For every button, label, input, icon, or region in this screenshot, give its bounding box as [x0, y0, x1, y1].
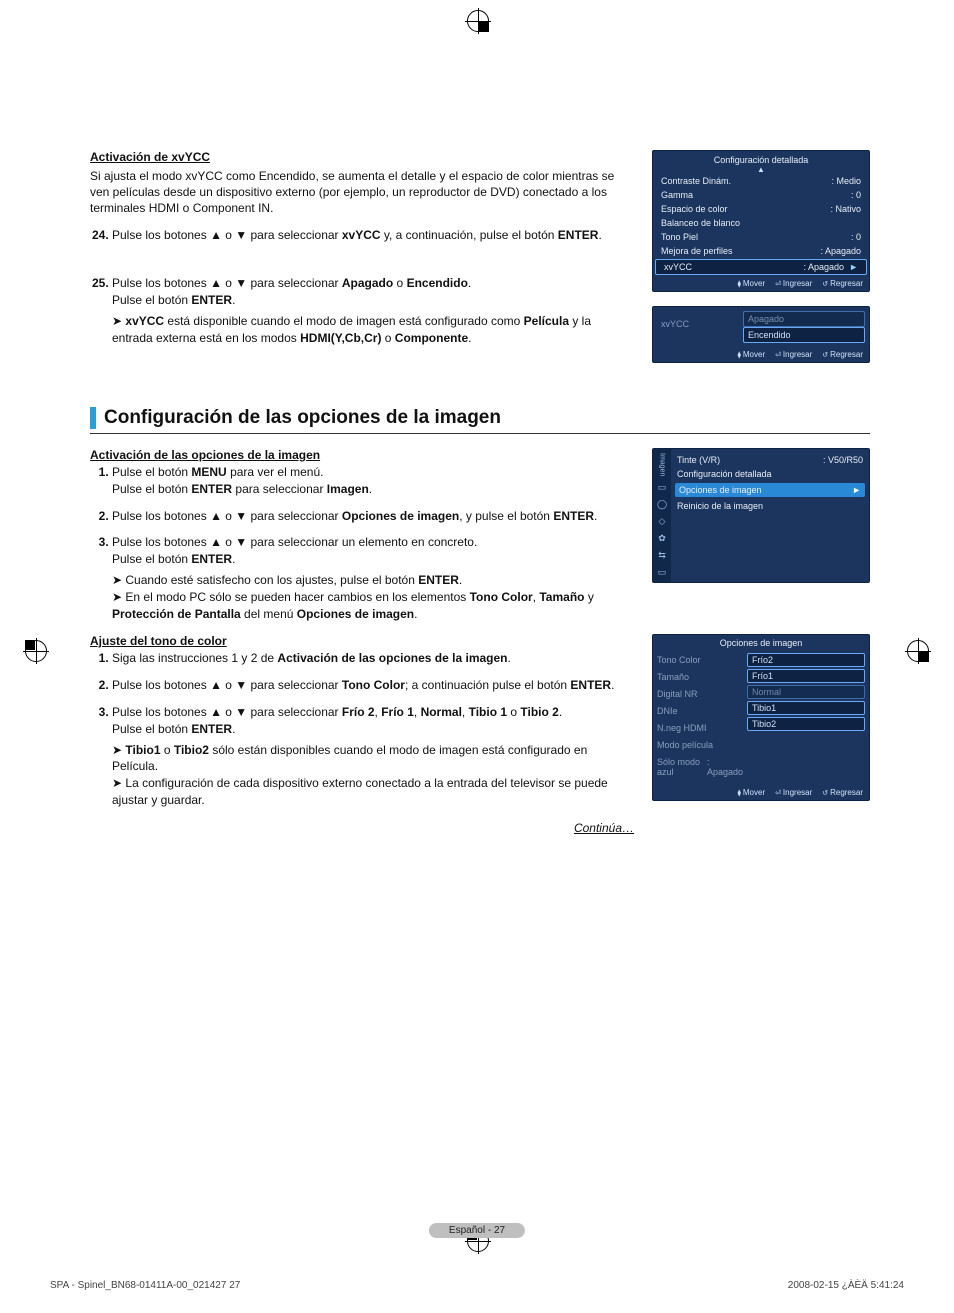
- section-title: Configuración de las opciones de la imag…: [90, 407, 870, 434]
- setup-icon[interactable]: ✿: [658, 533, 666, 544]
- osd-footer: Mover Ingresar Regresar: [653, 785, 869, 800]
- chevron-up-icon: ▲: [653, 165, 869, 174]
- play-icon: ►: [849, 262, 858, 272]
- app-icon[interactable]: ▭: [658, 567, 667, 578]
- crop-mark-icon: [907, 640, 929, 662]
- sound-icon[interactable]: ◯: [657, 499, 667, 510]
- input-icon[interactable]: ⇆: [658, 550, 666, 561]
- step-2: Pulse los botones ▲ o ▼ para seleccionar…: [112, 508, 634, 525]
- option-normal[interactable]: Normal: [747, 685, 865, 699]
- osd-label: Modo película: [657, 738, 743, 752]
- osd-footer: Mover Ingresar Regresar: [653, 347, 869, 362]
- step-1: Pulse el botón MENU para ver el menú. Pu…: [112, 464, 634, 498]
- color-step-3-note: La configuración de cada dispositivo ext…: [112, 775, 634, 809]
- accent-bar: [90, 407, 96, 429]
- osd-row[interactable]: Mejora de perfiles: Apagado: [653, 244, 869, 258]
- page-content: Activación de xvYCC Si ajusta el modo xv…: [90, 150, 870, 835]
- section-heading: Configuración de las opciones de la imag…: [104, 407, 501, 429]
- heading-xvycc: Activación de xvYCC: [90, 150, 634, 164]
- osd-title: Opciones de imagen: [653, 635, 869, 651]
- page-number-pill: Español - 27: [429, 1223, 525, 1238]
- step-25-note: xvYCC está disponible cuando el modo de …: [112, 313, 634, 347]
- osd-xvycc-options: xvYCC Apagado Encendido Mover Ingresar R…: [652, 306, 870, 363]
- continua-label: Continúa…: [90, 821, 634, 835]
- osd-opciones-imagen: Opciones de imagen Tono Color Tamaño Dig…: [652, 634, 870, 801]
- osd-footer: Mover Ingresar Regresar: [653, 276, 869, 291]
- step-3-note: Cuando esté satisfecho con los ajustes, …: [112, 572, 634, 589]
- osd-row[interactable]: Reinicio de la imagen: [677, 499, 863, 513]
- osd-row[interactable]: Espacio de color: Nativo: [653, 202, 869, 216]
- osd-row[interactable]: Configuración detallada: [677, 467, 863, 481]
- osd-row[interactable]: Gamma: 0: [653, 188, 869, 202]
- osd-row[interactable]: Tono Piel: 0: [653, 230, 869, 244]
- osd-row-selected-xvycc[interactable]: xvYCC: Apagado ►: [655, 259, 867, 275]
- sidebar-label: Imagen: [659, 453, 666, 476]
- play-icon: ►: [852, 485, 861, 495]
- osd-menu-imagen: Imagen ▭ ◯ ◇ ✿ ⇆ ▭ Tinte (V/R): V50/R50 …: [652, 448, 870, 583]
- osd-config-detallada: Configuración detallada ▲ Contraste Diná…: [652, 150, 870, 292]
- step-25: Pulse los botones ▲ o ▼ para seleccionar…: [112, 275, 634, 346]
- doc-time-footer: 2008-02-15 ¿ÀÈÄ 5:41:24: [788, 1280, 904, 1291]
- osd-field-label: xvYCC: [653, 307, 739, 347]
- heading-activ-opciones: Activación de las opciones de la imagen: [90, 448, 634, 462]
- osd-row[interactable]: Sólo modo azul: Apagado: [657, 755, 743, 779]
- color-step-2: Pulse los botones ▲ o ▼ para seleccionar…: [112, 677, 634, 694]
- crop-mark-icon: [467, 10, 489, 32]
- crop-mark-icon: [25, 640, 47, 662]
- osd-label: N.neg HDMI: [657, 721, 743, 735]
- picture-icon[interactable]: ▭: [658, 482, 667, 493]
- color-step-3: Pulse los botones ▲ o ▼ para seleccionar…: [112, 704, 634, 809]
- osd-row[interactable]: Balanceo de blanco: [653, 216, 869, 230]
- step-3-note: En el modo PC sólo se pueden hacer cambi…: [112, 589, 634, 623]
- step-24: Pulse los botones ▲ o ▼ para seleccionar…: [112, 227, 634, 244]
- channel-icon[interactable]: ◇: [659, 516, 666, 527]
- doc-code-footer: SPA - Spinel_BN68-01411A-00_021427 27: [50, 1280, 240, 1291]
- option-tibio2[interactable]: Tibio2: [747, 717, 865, 731]
- option-encendido[interactable]: Encendido: [743, 327, 865, 343]
- option-tibio1[interactable]: Tibio1: [747, 701, 865, 715]
- osd-row-selected-opciones[interactable]: Opciones de imagen►: [675, 483, 865, 497]
- option-frio1[interactable]: Frío1: [747, 669, 865, 683]
- color-step-3-note: Tibio1 o Tibio2 sólo están disponibles c…: [112, 742, 634, 776]
- osd-label: DNIe: [657, 704, 743, 718]
- intro-xvycc: Si ajusta el modo xvYCC como Encendido, …: [90, 168, 634, 217]
- color-step-1: Siga las instrucciones 1 y 2 de Activaci…: [112, 650, 634, 667]
- osd-label: Digital NR: [657, 687, 743, 701]
- heading-tono-color: Ajuste del tono de color: [90, 634, 634, 648]
- option-frio2[interactable]: Frío2: [747, 653, 865, 667]
- osd-row[interactable]: Contraste Dinám.: Medio: [653, 174, 869, 188]
- osd-row[interactable]: Tinte (V/R): V50/R50: [677, 453, 863, 467]
- option-apagado[interactable]: Apagado: [743, 311, 865, 327]
- osd-label: Tono Color: [657, 653, 743, 667]
- step-3: Pulse los botones ▲ o ▼ para seleccionar…: [112, 534, 634, 622]
- osd-label: Tamaño: [657, 670, 743, 684]
